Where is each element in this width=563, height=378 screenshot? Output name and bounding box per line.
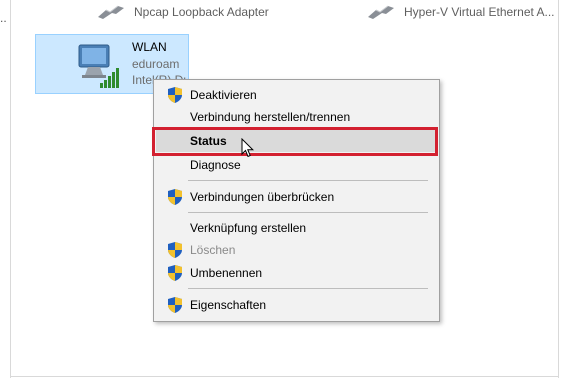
uac-shield-icon xyxy=(168,87,182,103)
menu-item-label: Löschen xyxy=(190,243,236,257)
window-border-bottom xyxy=(10,376,559,377)
uac-shield-icon xyxy=(168,297,182,313)
adapter-name: Hyper-V Virtual Ethernet A... xyxy=(404,5,555,19)
menu-item-label: Deaktivieren xyxy=(190,88,257,102)
menu-separator xyxy=(188,212,428,213)
menu-item-label: Eigenschaften xyxy=(190,298,267,312)
menu-item-label: Verbindungen überbrücken xyxy=(190,190,335,204)
network-cable-icon xyxy=(366,4,396,20)
menu-separator xyxy=(188,180,428,181)
menu-item-label: Verbindung herstellen/trennen xyxy=(190,110,351,124)
menu-item-label: Diagnose xyxy=(190,158,241,172)
menu-item-loeschen[interactable]: Löschen xyxy=(156,239,437,261)
adapter-title: WLAN xyxy=(132,40,167,54)
adapter-hyperv-ethernet[interactable]: Hyper-V Virtual Ethernet A... xyxy=(366,4,555,20)
context-menu: Deaktivieren Verbindung herstellen/trenn… xyxy=(153,79,440,322)
adapter-name: Npcap Loopback Adapter xyxy=(134,5,269,19)
menu-item-label: Umbenennen xyxy=(190,266,263,280)
wireless-adapter-icon xyxy=(76,41,124,89)
uac-shield-icon xyxy=(168,189,182,205)
menu-item-verknuepfung-erstellen[interactable]: Verknüpfung erstellen xyxy=(156,217,437,239)
window-border-right xyxy=(558,0,559,378)
menu-item-deaktivieren[interactable]: Deaktivieren xyxy=(156,84,437,106)
uac-shield-icon xyxy=(168,265,182,281)
mouse-pointer-icon xyxy=(241,137,255,158)
menu-separator xyxy=(188,288,428,289)
status-highlight-box xyxy=(152,127,438,156)
menu-item-verbindung-herstellen-trennen[interactable]: Verbindung herstellen/trennen xyxy=(156,106,437,128)
menu-item-umbenennen[interactable]: Umbenennen xyxy=(156,262,437,284)
menu-item-eigenschaften[interactable]: Eigenschaften xyxy=(156,294,437,316)
truncated-item-text: .. xyxy=(0,11,7,25)
network-cable-icon xyxy=(96,4,126,20)
uac-shield-icon xyxy=(168,242,182,258)
menu-item-diagnose[interactable]: Diagnose xyxy=(156,154,437,176)
window-border-left xyxy=(10,0,11,378)
adapter-npcap-loopback[interactable]: Npcap Loopback Adapter xyxy=(96,4,269,20)
menu-item-verbindungen-ueberbruecken[interactable]: Verbindungen überbrücken xyxy=(156,186,437,208)
adapter-network: eduroam xyxy=(132,57,180,71)
menu-item-label: Verknüpfung erstellen xyxy=(190,221,307,235)
